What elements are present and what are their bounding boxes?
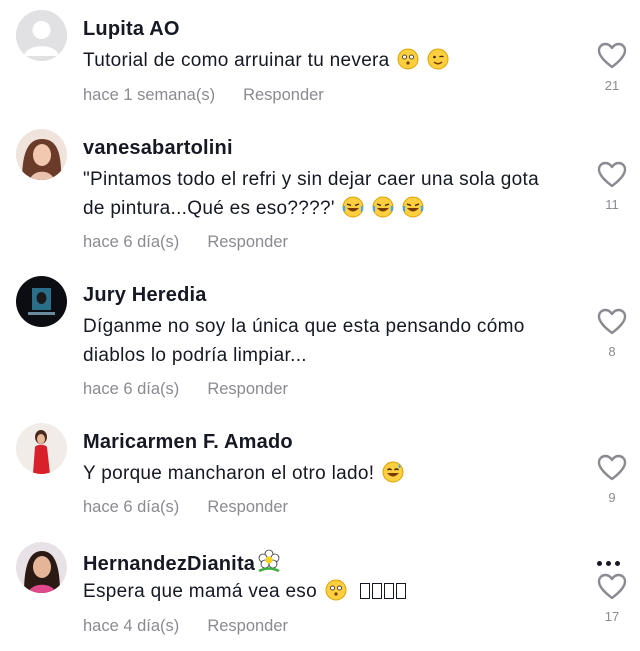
unrendered-glyph-icon [358, 581, 407, 602]
comment-username-text: HernandezDianita [83, 553, 256, 575]
more-dots-icon[interactable] [597, 553, 627, 566]
flushed-face-emoji-icon [325, 579, 347, 601]
comment-timestamp: hace 4 día(s) [83, 617, 180, 635]
flower-emoji-icon [258, 549, 280, 573]
comment-item: HernandezDianita Espera que mamá vea eso… [0, 0, 640, 651]
avatar[interactable] [16, 542, 67, 593]
reply-button[interactable]: Responder [207, 617, 288, 635]
comment-meta: hace 4 día(s) Responder [83, 617, 288, 636]
like-count: 17 [604, 609, 620, 624]
heart-outline-icon[interactable] [596, 572, 628, 600]
comment-username[interactable]: HernandezDianita [83, 549, 282, 576]
comment-text-content: Espera que mamá vea eso [83, 581, 317, 602]
comment-text: Espera que mamá vea eso [83, 577, 563, 606]
